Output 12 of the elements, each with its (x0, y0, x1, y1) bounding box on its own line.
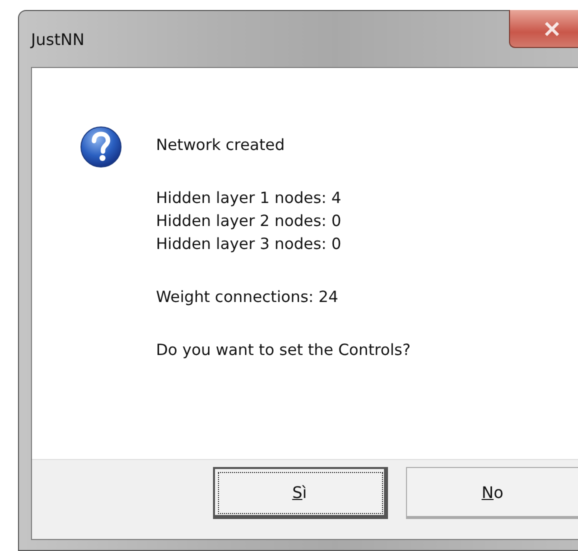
question-icon (80, 126, 122, 168)
message-heading: Network created (156, 135, 286, 156)
message-line: Hidden layer 2 nodes: 0 (156, 211, 342, 232)
dialog-button[interactable]: No (406, 467, 578, 519)
window-title: JustNN (31, 30, 84, 49)
close-icon (544, 22, 560, 36)
message-question: Do you want to set the Controls? (156, 340, 411, 361)
message-summary: Weight connections: 24 (156, 287, 340, 308)
close-button[interactable] (509, 10, 578, 48)
message-line: Hidden layer 3 nodes: 0 (156, 234, 342, 255)
message-line: Hidden layer 1 nodes: 4 (156, 188, 342, 209)
dialog-button[interactable]: Sì (213, 467, 388, 519)
